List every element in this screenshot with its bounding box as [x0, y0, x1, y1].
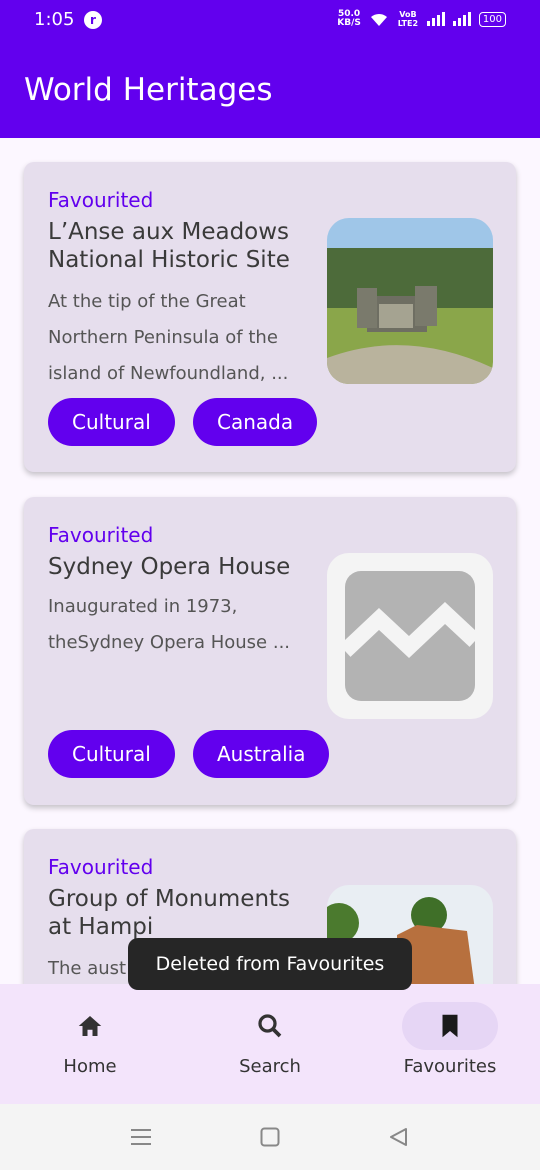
- status-time: 1:05: [34, 9, 75, 30]
- nav-label-favourites: Favourites: [403, 1056, 497, 1077]
- heritage-card[interactable]: Favourited L’Anse aux Meadows National H…: [24, 162, 516, 472]
- net-speed: 50.0 KB/S: [337, 10, 361, 28]
- nav-item-favourites[interactable]: Favourites: [360, 984, 540, 1104]
- nav-item-home[interactable]: Home: [0, 984, 180, 1104]
- bottom-navigation: Home Search Favourites: [0, 984, 540, 1104]
- image-placeholder-icon: [327, 553, 493, 719]
- nav-label-search: Search: [239, 1056, 301, 1077]
- back-triangle-icon[interactable]: [388, 1127, 408, 1147]
- favourited-label: Favourited: [48, 188, 154, 212]
- heritage-name: Sydney Opera House: [48, 554, 291, 580]
- category-chip[interactable]: Cultural: [48, 730, 175, 778]
- net-speed-unit: KB/S: [337, 18, 361, 28]
- heritage-image: [327, 218, 493, 384]
- system-navigation-bar: [0, 1104, 540, 1170]
- status-bar: 1:05 r 50.0 KB/S VoB LTE2 100: [0, 0, 540, 40]
- bookmark-icon: [442, 1014, 458, 1038]
- wifi-icon: [370, 13, 387, 26]
- signal-icon-2: [452, 12, 471, 26]
- r-app-icon: r: [84, 11, 102, 29]
- battery-icon: 100: [478, 11, 506, 27]
- heritage-description: Inaugurated in 1973, theSydney Opera Hou…: [48, 596, 291, 653]
- nav-label-home: Home: [63, 1056, 117, 1077]
- category-chip[interactable]: Cultural: [48, 398, 175, 446]
- signal-icon: [426, 12, 445, 26]
- favourited-label: Favourited: [48, 523, 154, 547]
- menu-icon[interactable]: [131, 1128, 151, 1146]
- search-icon: [258, 1014, 282, 1038]
- heritage-card[interactable]: Favourited Sydney Opera House Inaugurate…: [24, 497, 516, 805]
- app-bar: World Heritages: [0, 40, 540, 138]
- heritage-name: L’Anse aux Meadows National Historic Sit…: [48, 219, 290, 273]
- home-square-icon[interactable]: [260, 1127, 280, 1147]
- status-icons: 50.0 KB/S VoB LTE2 100: [337, 10, 506, 28]
- nav-item-search[interactable]: Search: [180, 984, 360, 1104]
- volte-indicator: VoB LTE2: [397, 10, 419, 28]
- volte-text: VoB LTE2: [397, 10, 419, 28]
- heritage-list[interactable]: Favourited L’Anse aux Meadows National H…: [0, 138, 540, 984]
- heritage-name: Group of Monuments at Hampi: [48, 886, 291, 940]
- heritage-description: At the tip of the Great Northern Peninsu…: [48, 291, 289, 384]
- toast-message: Deleted from Favourites: [128, 938, 412, 990]
- home-icon: [78, 1016, 102, 1036]
- favourited-label: Favourited: [48, 855, 154, 879]
- country-chip[interactable]: Australia: [193, 730, 330, 778]
- country-chip[interactable]: Canada: [193, 398, 318, 446]
- page-title: World Heritages: [24, 72, 273, 108]
